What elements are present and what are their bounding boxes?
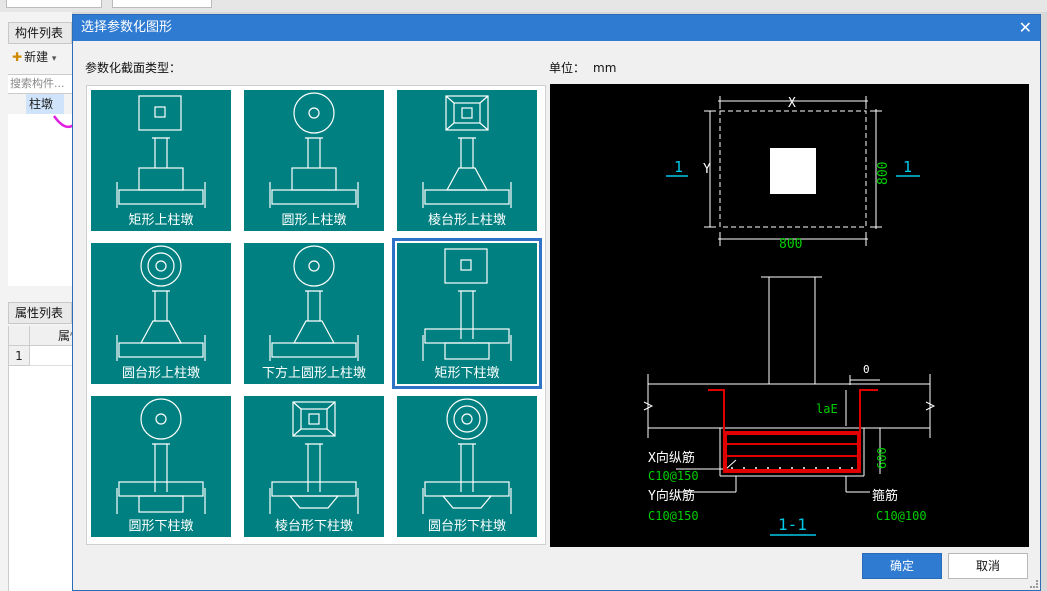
close-icon[interactable]: ✕ [1019,15,1032,41]
component-list [8,114,72,286]
unit-value: mm [593,61,617,75]
shape-tile-rect-pier-down[interactable]: 矩形下柱墩 [392,238,542,389]
shape-tile-frustum-pier-up[interactable]: 棱台形上柱墩 [397,90,537,231]
shape-tile-label: 圆形下柱墩 [128,519,194,534]
shape-tile-circle-pier-up[interactable]: 圆形上柱墩 [244,90,384,231]
shape-tile-label: 矩形下柱墩 [434,366,500,381]
stirrup-label: 箍筋 [872,488,898,504]
shape-tile-label: 棱台形上柱墩 [427,213,506,228]
plan-column [770,148,816,194]
rebar-cage [708,389,878,473]
dim-x: X [788,96,796,111]
toolbar-field[interactable] [112,0,212,8]
dim-600: 600 [875,447,889,469]
app-toolbar-strip [0,0,1047,12]
shape-tile-square-circle-pier-up[interactable]: 下方上圆形上柱墩 [244,243,384,384]
x-rebar-label: X向纵筋 [648,450,695,466]
cancel-button[interactable]: 取消 [948,553,1028,579]
shape-tile-label: 圆形上柱墩 [281,213,347,228]
shape-tile-label: 矩形上柱墩 [128,213,194,228]
new-icon: ✚ [12,50,23,64]
dim-800-vertical: 800 [876,162,891,185]
ok-button[interactable]: 确定 [862,553,942,579]
shape-tile-label: 圆台形上柱墩 [121,366,200,381]
grid-corner [9,326,29,346]
stirrup-spec: C10@100 [876,509,927,523]
unit-label: 单位： [549,61,586,75]
unit-display: 单位： mm [549,59,616,76]
dim-800-horizontal: 800 [779,237,802,252]
shape-tile-frustum-pier-down[interactable]: 棱台形下柱墩 [244,396,384,537]
dim-lae: laE [816,402,838,416]
new-button-label: 新建 [24,50,49,64]
dim-y: Y [703,162,711,177]
shape-tile-cone-pier-up[interactable]: 圆台形上柱墩 [91,243,231,384]
preview-drawing: X Y 800 800 1 1 0 laE 600 X向纵筋 C10@150 Y… [643,96,936,536]
shape-gallery: 矩形上柱墩 圆形上柱墩 棱台形上柱墩圆台形上柱墩 下方上圆形上柱墩 矩形下柱墩圆形下柱墩… [86,85,546,545]
dialog-titlebar: 选择参数化图形 ✕ [73,15,1040,41]
select-shape-dialog: 选择参数化图形 ✕ 参数化截面类型： 单位： mm 矩形上柱墩 圆形上柱墩 棱台形上柱… [72,14,1041,591]
shape-tile-label: 下方上圆形上柱墩 [261,366,366,381]
x-rebar-spec: C10@150 [648,469,699,483]
y-rebar-label: Y向纵筋 [648,488,695,504]
toolbar-field[interactable] [6,0,102,8]
property-list-header: 属性列表 [8,302,72,324]
property-cell[interactable] [29,346,73,366]
shape-tile-cone-pier-down[interactable]: 圆台形下柱墩 [397,396,537,537]
property-column-header: 属性 [29,326,73,346]
section-mark-left: 1 [674,158,683,176]
rebar-dots [731,467,853,469]
section-title: 1-1 [778,515,807,534]
chevron-down-icon[interactable]: ▾ [52,54,57,64]
property-grid: 属性 1 [8,326,73,591]
shape-tile-label: 棱台形下柱墩 [274,519,353,534]
y-rebar-spec: C10@150 [648,509,699,523]
shape-preview: X Y 800 800 1 1 0 laE 600 X向纵筋 C10@150 Y… [550,84,1029,547]
section-mark-right: 1 [903,158,912,176]
shape-tile-rect-pier-up[interactable]: 矩形上柱墩 [91,90,231,231]
row-number: 1 [9,346,29,366]
component-list-header: 构件列表 [8,22,72,44]
section-type-label: 参数化截面类型： [85,61,182,75]
resize-grip[interactable] [1030,580,1038,588]
dialog-title: 选择参数化图形 [81,20,173,35]
shape-tile-label: 圆台形下柱墩 [427,519,506,534]
dim-0: 0 [863,363,870,376]
shape-tile-circle-pier-down[interactable]: 圆形下柱墩 [91,396,231,537]
new-button[interactable]: ✚ 新建 ▾ [8,46,72,68]
